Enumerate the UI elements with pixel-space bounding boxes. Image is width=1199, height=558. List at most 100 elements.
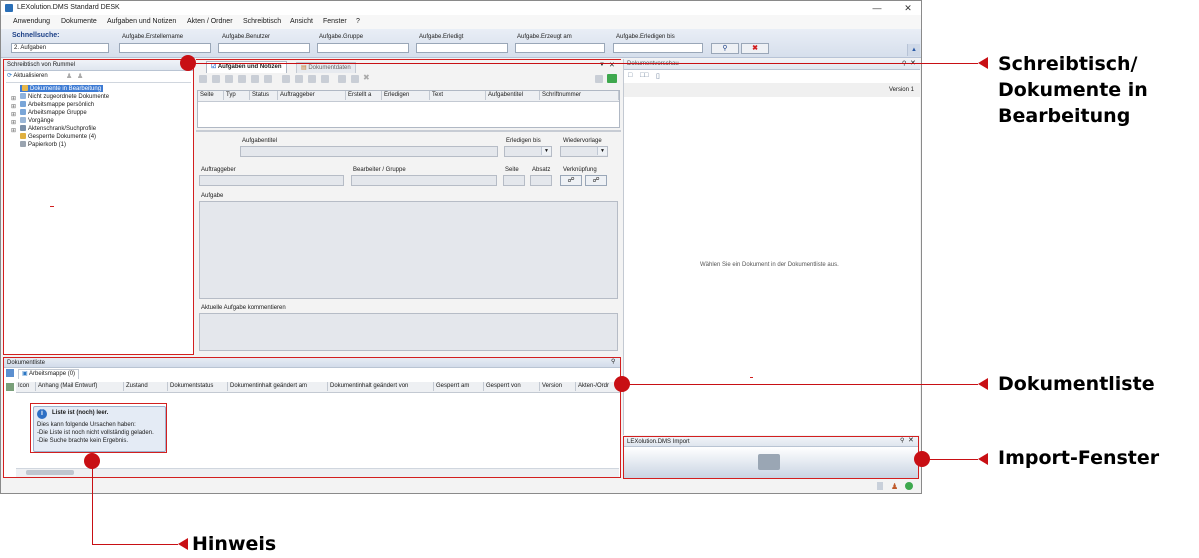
process-icon: [20, 117, 26, 123]
filter-erledigen-bis[interactable]: [613, 43, 703, 53]
attach-icon[interactable]: [251, 75, 259, 83]
maximize-button[interactable]: [869, 2, 889, 14]
list-icon[interactable]: [321, 75, 329, 83]
layout-icon[interactable]: [6, 369, 14, 377]
filter-benutzer[interactable]: [218, 43, 310, 53]
menu-schreibtisch[interactable]: Schreibtisch: [243, 18, 281, 25]
tree-item-mappe-persoenlich[interactable]: Arbeitsmappe persönlich: [20, 101, 94, 108]
collapse-toolbar-button[interactable]: ▲: [907, 44, 920, 56]
filter-erzeugt-am[interactable]: [515, 43, 605, 53]
col-geaendert-am[interactable]: Dokumentinhalt geändert am: [228, 382, 328, 391]
field-seite[interactable]: [503, 175, 525, 186]
menu-help[interactable]: ?: [356, 18, 360, 25]
connection-icon[interactable]: [905, 482, 913, 490]
close-import-button[interactable]: ✕: [908, 436, 914, 444]
scrollbar-thumb[interactable]: [26, 470, 74, 475]
col-auftraggeber[interactable]: Auftraggeber: [278, 91, 346, 100]
col-aufgabentitel[interactable]: Aufgabentitel: [486, 91, 540, 100]
field-aufgabentitel[interactable]: [240, 146, 498, 157]
expand-icon[interactable]: ⊞: [11, 111, 16, 118]
pin-icon[interactable]: ⚲: [900, 437, 904, 444]
tree-item-nicht-zugeordnet[interactable]: Nicht zugeordnete Dokumente: [20, 93, 109, 100]
forward-icon[interactable]: [282, 75, 290, 83]
col-icon[interactable]: Icon: [16, 382, 36, 391]
tree-item-gesperrt[interactable]: Gesperrte Dokumente (4): [20, 133, 96, 140]
page-icon[interactable]: □: [628, 72, 632, 79]
horizontal-scrollbar[interactable]: [16, 468, 619, 477]
link-remove-button[interactable]: ☍: [585, 175, 607, 186]
col-status[interactable]: Status: [250, 91, 278, 100]
tree-item-vorgaenge[interactable]: Vorgänge: [20, 117, 54, 124]
expand-icon[interactable]: ⊞: [11, 95, 16, 102]
field-wiedervorlage[interactable]: ▼: [560, 146, 608, 157]
tree-item-in-bearbeitung[interactable]: Dokumente in Bearbeitung: [20, 85, 104, 92]
menu-fenster[interactable]: Fenster: [323, 18, 347, 25]
expand-icon[interactable]: ⊞: [11, 103, 16, 110]
col-gesperrt-am[interactable]: Gesperrt am: [434, 382, 484, 391]
tab-arbeitsmappe[interactable]: ▣ Arbeitsmappe (0): [18, 369, 80, 379]
grid-settings-icon[interactable]: [595, 75, 603, 83]
expand-icon[interactable]: ⊞: [11, 127, 16, 134]
expand-icon[interactable]: ⊞: [11, 119, 16, 126]
column-chooser-icon[interactable]: [6, 383, 14, 391]
link-add-button[interactable]: ☍: [560, 175, 582, 186]
col-gesperrt-von[interactable]: Gesperrt von: [484, 382, 540, 391]
field-erledigen-bis[interactable]: ▼: [504, 146, 552, 157]
field-bearbeiter[interactable]: [351, 175, 497, 186]
status-icon[interactable]: [877, 482, 883, 490]
field-kommentar[interactable]: [199, 313, 618, 351]
link-icon[interactable]: [264, 75, 272, 83]
field-absatz[interactable]: [530, 175, 552, 186]
field-aufgabe[interactable]: [199, 201, 618, 299]
filter-gruppe[interactable]: [317, 43, 409, 53]
checklist-icon: ☑: [211, 64, 217, 70]
quick-search-select[interactable]: 2. Aufgaben: [11, 43, 109, 53]
col-dokumentstatus[interactable]: Dokumentstatus: [168, 382, 228, 391]
splitter[interactable]: [196, 130, 621, 132]
export-icon[interactable]: [607, 74, 617, 83]
reply-icon[interactable]: [295, 75, 303, 83]
undo-icon[interactable]: [351, 75, 359, 83]
close-window-button[interactable]: ✕: [898, 2, 918, 14]
copy-icon[interactable]: [225, 75, 233, 83]
label-verknuepfung: Verknüpfung: [563, 167, 597, 173]
fit-page-icon[interactable]: ▯: [656, 72, 660, 80]
user-status-icon[interactable]: ♟: [891, 482, 898, 491]
col-erledigen[interactable]: Erledigen: [382, 91, 430, 100]
delete-icon[interactable]: ✖: [363, 73, 370, 82]
user-icon[interactable]: ♟: [66, 72, 72, 80]
field-auftraggeber[interactable]: [199, 175, 344, 186]
col-text[interactable]: Text: [430, 91, 486, 100]
menu-akten[interactable]: Akten / Ordner: [187, 18, 233, 25]
save-icon[interactable]: [338, 75, 346, 83]
pin-icon[interactable]: ⚲: [611, 358, 615, 365]
menu-ansicht[interactable]: Ansicht: [290, 18, 313, 25]
import-drop-zone[interactable]: [624, 447, 918, 478]
menu-aufgaben[interactable]: Aufgaben und Notizen: [107, 18, 176, 25]
col-typ[interactable]: Typ: [224, 91, 250, 100]
tree-item-mappe-gruppe[interactable]: Arbeitsmappe Gruppe: [20, 109, 87, 116]
tree-item-papierkorb[interactable]: Papierkorb (1): [20, 141, 66, 148]
note-icon[interactable]: [238, 75, 246, 83]
col-seite[interactable]: Seite: [198, 91, 224, 100]
two-pages-icon[interactable]: □□: [640, 72, 648, 79]
tree-item-aktenschrank[interactable]: Aktenschrank/Suchprofile: [20, 125, 96, 132]
callout-line-hint-vertical: [92, 461, 93, 544]
filter-erledigt[interactable]: [416, 43, 508, 53]
done-icon[interactable]: [308, 75, 316, 83]
clear-search-button[interactable]: ✖: [741, 43, 769, 54]
edit-task-icon[interactable]: [212, 75, 220, 83]
refresh-button[interactable]: ⟳ Aktualisieren: [7, 72, 48, 79]
col-geaendert-von[interactable]: Dokumentinhalt geändert von: [328, 382, 434, 391]
filter-erstellername[interactable]: [119, 43, 211, 53]
new-task-icon[interactable]: [199, 75, 207, 83]
col-erstellt[interactable]: Erstellt a: [346, 91, 382, 100]
col-version[interactable]: Version: [540, 382, 576, 391]
search-button[interactable]: ⚲: [711, 43, 739, 54]
col-anhang[interactable]: Anhang (Mail Entwurf): [36, 382, 124, 391]
menu-dokumente[interactable]: Dokumente: [61, 18, 97, 25]
col-zustand[interactable]: Zustand: [124, 382, 168, 391]
group-icon[interactable]: ♟: [77, 72, 83, 80]
col-schriftnummer[interactable]: Schriftnummer: [540, 91, 619, 100]
menu-anwendung[interactable]: Anwendung: [13, 18, 50, 25]
